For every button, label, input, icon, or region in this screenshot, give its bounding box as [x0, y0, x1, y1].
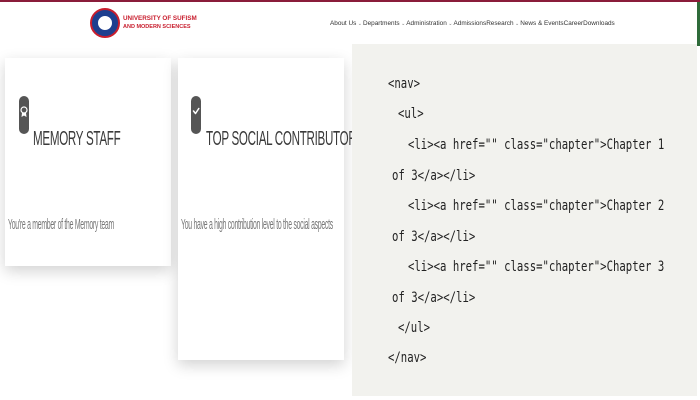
main-nav: About Us ⌄ Departments ⌄ Administration ⌄ Admi…	[330, 20, 615, 27]
code-line: <ul>	[398, 106, 424, 122]
badge-card-memory-staff: MEMORY STAFF You're a member of the Memo…	[5, 58, 171, 266]
code-line: <nav>	[388, 76, 421, 92]
chevron-down-icon: ⌄	[357, 20, 362, 27]
code-line: <li><a href="" class="chapter">Chapter 1	[408, 137, 665, 153]
chevron-down-icon: ⌄	[515, 20, 520, 27]
nav-label: About Us	[330, 20, 357, 27]
nav-administration[interactable]: Administration ⌄	[406, 20, 453, 27]
university-logo[interactable]: UNIVERSITY OF SUFISM AND MODERN SCIENCES	[90, 8, 197, 38]
nav-label: Administration	[406, 20, 447, 27]
nav-career[interactable]: Career	[564, 20, 584, 27]
nav-label: Career	[563, 20, 584, 27]
site-header: UNIVERSITY OF SUFISM AND MODERN SCIENCES…	[0, 0, 700, 46]
chevron-down-icon: ⌄	[401, 20, 406, 27]
code-line: of 3</a></li>	[392, 229, 476, 245]
logo-name-line2: AND MODERN SCIENCES	[123, 24, 191, 30]
code-line: of 3</a></li>	[392, 168, 476, 184]
nav-about-us[interactable]: About Us ⌄	[330, 20, 363, 27]
chevron-down-icon: ⌄	[448, 20, 453, 27]
code-line: </nav>	[388, 350, 427, 366]
nav-downloads[interactable]: Downloads	[583, 20, 615, 27]
nav-label: News & Events	[520, 20, 564, 27]
logo-name-line1: UNIVERSITY OF SUFISM	[123, 15, 197, 22]
badge-title: MEMORY STAFF	[33, 128, 121, 150]
nav-departments[interactable]: Departments ⌄	[363, 20, 406, 27]
badge-card-top-social-contributor: TOP SOCIAL CONTRIBUTOR You have a high c…	[178, 58, 357, 360]
check-badge-icon	[191, 96, 201, 134]
nav-news-events[interactable]: News & Events	[520, 20, 563, 27]
nav-label: Research	[486, 20, 514, 27]
nav-label: Departments	[363, 20, 400, 27]
code-line: <li><a href="" class="chapter">Chapter 3	[408, 259, 665, 275]
nav-label: Downloads	[583, 20, 615, 27]
code-example-block: <nav> <ul> <li><a href="" class="chapter">…	[352, 44, 697, 396]
code-line: </ul>	[398, 320, 431, 336]
nav-admissions[interactable]: Admissions	[454, 20, 487, 27]
nav-research[interactable]: Research ⌄	[486, 20, 520, 27]
university-seal-icon	[90, 8, 120, 38]
nav-label: Admissions	[453, 20, 487, 27]
code-line: of 3</a></li>	[392, 290, 476, 306]
award-badge-icon	[19, 96, 29, 134]
badge-title: TOP SOCIAL CONTRIBUTOR	[206, 128, 357, 150]
code-line: <li><a href="" class="chapter">Chapter 2	[408, 198, 665, 214]
badge-description: You're a member of the Memory team	[8, 216, 114, 233]
badge-description: You have a high contribution level to th…	[181, 216, 333, 233]
